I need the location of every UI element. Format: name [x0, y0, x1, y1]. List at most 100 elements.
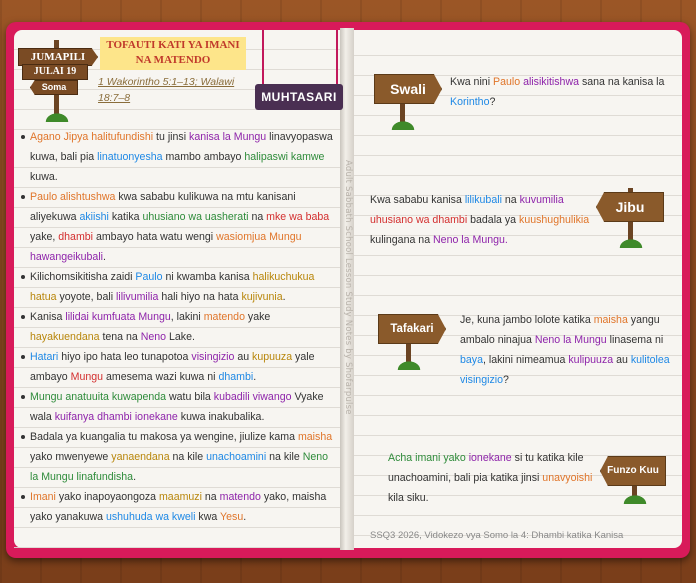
body-text: Kanisa: [30, 311, 66, 323]
highlight-text: maisha: [593, 314, 628, 326]
list-item: Paulo alishtushwa kwa sababu kulikuwa na…: [20, 187, 338, 267]
summary-banner: MUHTASARI: [255, 84, 343, 110]
body-text: Kilichomsikitisha zaidi: [30, 271, 136, 283]
body-text: ni kwamba kanisa: [162, 271, 253, 283]
body-text: tu jinsi: [153, 131, 190, 143]
highlight-text: dhambi: [58, 231, 94, 243]
highlight-text: Imani: [30, 491, 56, 503]
body-text: amesema wazi kuwa ni: [103, 371, 219, 383]
body-text: , lakini: [170, 311, 204, 323]
body-text: au: [234, 351, 253, 363]
highlight-text: hayakuendana: [30, 331, 100, 343]
body-text: kuwa.: [30, 171, 58, 183]
body-text: badala ya: [467, 214, 520, 226]
highlight-text: kubadili viwango: [213, 391, 292, 403]
body-text: ambayo hata watu wengi: [93, 231, 217, 243]
highlight-text: uhusiano wa uasherati: [142, 211, 249, 223]
page-footer: SSQ3 2026, Vidokezo vya Somo la 4: Dhamb…: [370, 530, 624, 541]
body-text: tena na: [99, 331, 141, 343]
highlight-text: halipaswi kamwe: [244, 151, 325, 163]
highlight-text: linatuonyesha: [97, 151, 163, 163]
body-text: kwa: [195, 511, 221, 523]
body-text: mambo ambayo: [162, 151, 245, 163]
highlight-text: Agano Jipya halitufundishi: [30, 131, 154, 143]
body-text: kuwa inakubalika.: [177, 411, 265, 423]
highlight-text: dhambi: [218, 371, 254, 383]
highlight-text: lilivumilia: [116, 291, 159, 303]
list-item: Kanisa lilidai kumfuata Mungu, lakini ma…: [20, 307, 338, 347]
grass-icon: [396, 360, 422, 370]
highlight-text: ionekane: [468, 452, 512, 464]
body-text: Lake.: [166, 331, 195, 343]
highlight-text: unachoamini: [206, 451, 267, 463]
body-text: .: [103, 251, 106, 263]
bible-reference[interactable]: 1 Wakorintho 5:1–13; Walawi 18:7–8: [98, 74, 248, 106]
grass-icon: [44, 112, 70, 122]
body-text: na: [201, 491, 220, 503]
body-text: yako mwenyewe: [30, 451, 112, 463]
body-text: au: [613, 354, 631, 366]
body-text: .: [282, 291, 286, 303]
lesson-title: TOFAUTI KATI YA IMANI NA MATENDO: [100, 37, 246, 70]
banner-rope: [336, 30, 338, 86]
body-text: Je, kuna jambo lolote katika: [460, 314, 594, 326]
body-text: na: [501, 194, 520, 206]
body-text: yoyote, bali: [56, 291, 116, 303]
highlight-text: akiishi: [79, 211, 109, 223]
body-text: ?: [502, 374, 509, 386]
list-item: Agano Jipya halitufundishi tu jinsi kani…: [20, 127, 338, 187]
body-text: Kwa sababu kanisa: [370, 194, 465, 206]
highlight-text: kuifanya dhambi ionekane: [54, 411, 178, 423]
highlight-text: kulipuuza: [568, 354, 614, 366]
highlight-text: hawangeikubali: [30, 251, 104, 263]
highlight-text: Acha imani yako: [388, 452, 466, 464]
highlight-text: Korintho: [450, 96, 490, 108]
highlight-text: Hatari: [30, 351, 59, 363]
highlight-text: Yesu: [220, 511, 244, 523]
body-text: kulingana na: [370, 234, 434, 246]
list-item: Hatari hiyo ipo hata leo tunapotoa visin…: [20, 347, 338, 387]
body-text: na kile: [169, 451, 207, 463]
highlight-text: Paulo: [493, 76, 521, 88]
highlight-text: Neno la Mungu.: [433, 234, 508, 246]
funzo-text: Acha imani yako ionekane si tu katika ki…: [388, 448, 596, 508]
highlight-text: Paulo alishtushwa: [30, 191, 116, 203]
body-text: katika: [108, 211, 143, 223]
body-text: na kile: [266, 451, 303, 463]
body-text: yake: [244, 311, 271, 323]
grass-icon: [618, 238, 644, 248]
highlight-text: ushuhuda wa kweli: [105, 511, 196, 523]
body-text: Kwa nini: [450, 76, 493, 88]
tafakari-text: Je, kuna jambo lolote katika maisha yang…: [460, 310, 678, 390]
body-text: watu bila: [166, 391, 214, 403]
highlight-text: unavyoishi: [542, 472, 593, 484]
list-item: Kilichomsikitisha zaidi Paulo ni kwamba …: [20, 267, 338, 307]
jibu-sign: Jibu: [596, 192, 664, 222]
body-text: na: [248, 211, 267, 223]
body-text: hali hiyo na hata: [158, 291, 242, 303]
highlight-text: Neno la Mungu: [534, 334, 607, 346]
highlight-text: kuushughulikia: [519, 214, 590, 226]
grass-icon: [390, 120, 416, 130]
highlight-text: kanisa la Mungu: [189, 131, 267, 143]
body-text: .: [243, 511, 247, 523]
highlight-text: uhusiano wa dhambi: [370, 214, 468, 226]
summary-list: Agano Jipya halitufundishi tu jinsi kani…: [20, 127, 338, 527]
list-item: Badala ya kuangalia tu makosa ya wengine…: [20, 427, 338, 487]
highlight-text: wasiomjua Mungu: [216, 231, 302, 243]
highlight-text: alisikitishwa: [523, 76, 579, 88]
body-text: Badala ya kuangalia tu makosa ya wengine…: [30, 431, 298, 443]
highlight-text: Mungu anatuuita kuwapenda: [30, 391, 167, 403]
highlight-text: kuvumilia: [519, 194, 564, 206]
date-sign: JULAI 19: [22, 64, 88, 80]
highlight-text: yanaendana: [111, 451, 170, 463]
highlight-text: maamuzi: [158, 491, 202, 503]
body-text: .: [253, 371, 257, 383]
body-text: yake,: [30, 231, 59, 243]
soma-sign: Soma: [30, 80, 78, 95]
highlight-text: maisha: [297, 431, 333, 443]
body-text: hiyo ipo hata leo tunapotoa: [58, 351, 192, 363]
highlight-text: lilikubali: [464, 194, 502, 206]
body-text: .: [133, 471, 137, 483]
swali-sign: Swali: [374, 74, 442, 104]
